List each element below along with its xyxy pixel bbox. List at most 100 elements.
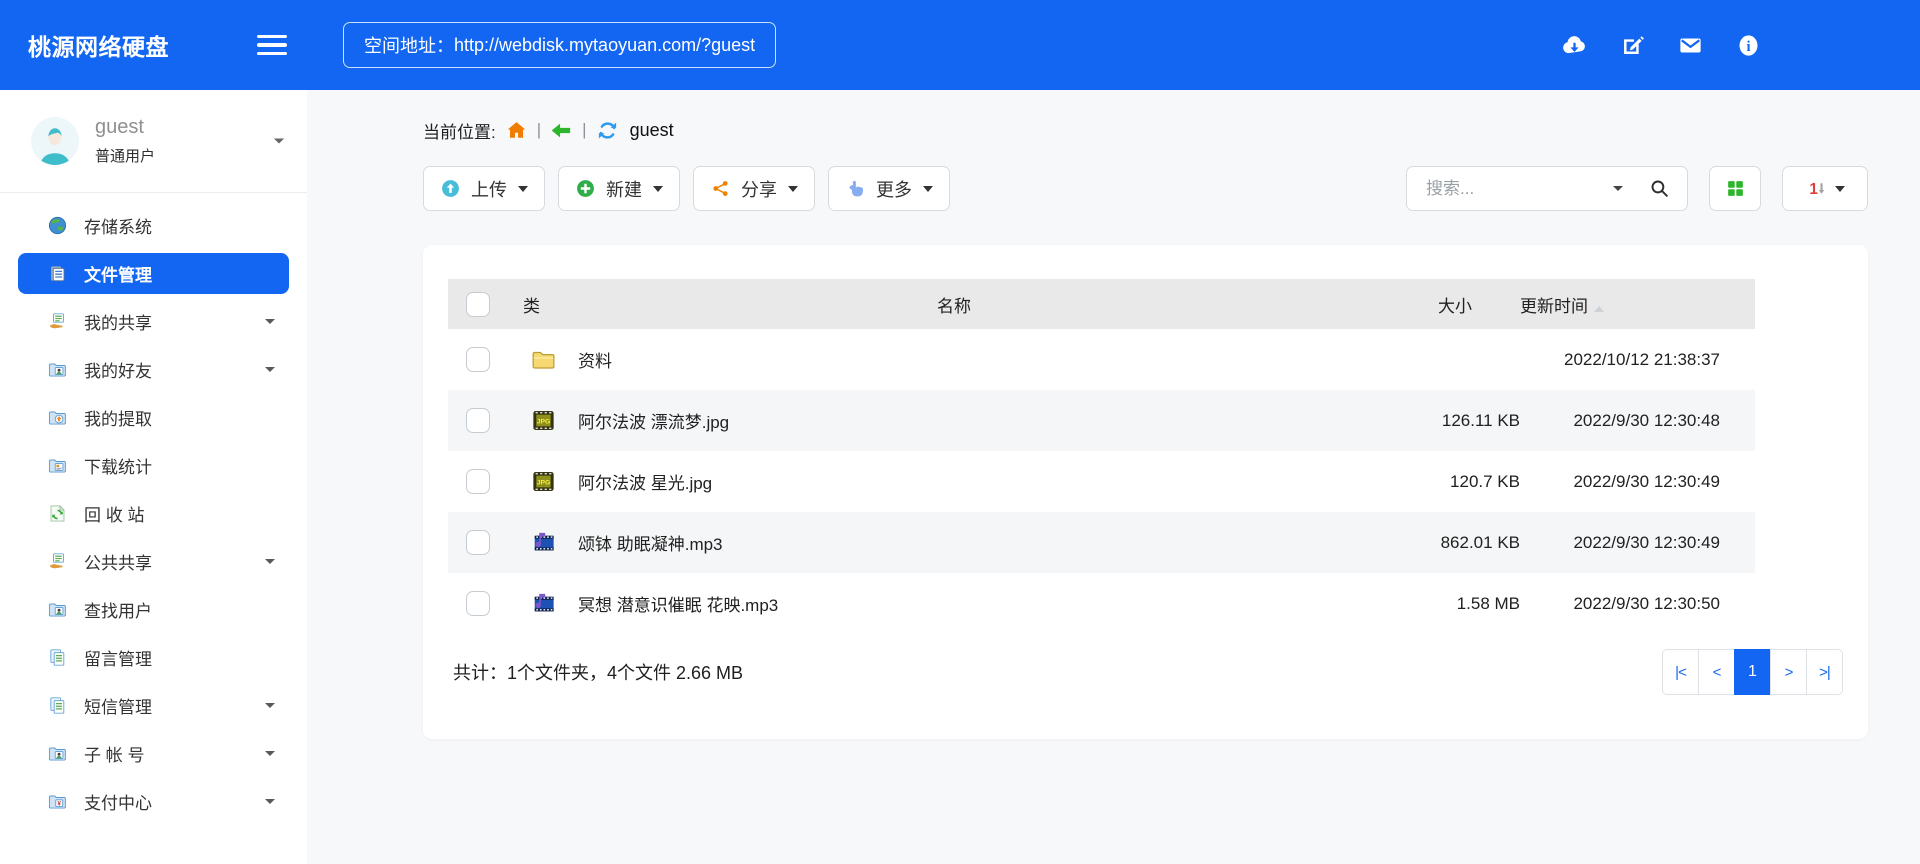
svg-text:i: i — [1746, 38, 1750, 54]
column-header-type[interactable]: 类 — [508, 292, 578, 317]
file-name[interactable]: 冥想 潜意识催眠 花映.mp3 — [578, 591, 1330, 616]
sidebar-item-payment-center[interactable]: ¥支付中心 — [18, 781, 289, 822]
row-checkbox[interactable] — [466, 347, 490, 372]
row-checkbox-cell — [448, 530, 508, 555]
pagination-prev[interactable]: < — [1698, 649, 1735, 695]
file-type-cell — [508, 529, 578, 556]
sidebar-item-message-manager[interactable]: 留言管理 — [18, 637, 289, 678]
sidebar-item-label: 支付中心 — [84, 789, 152, 814]
folder-user-icon — [47, 359, 68, 380]
search-icon[interactable] — [1649, 178, 1670, 199]
sidebar-item-public-shares[interactable]: 公共共享 — [18, 541, 289, 582]
file-list-card: 类名称大小更新时间 资料2022/10/12 21:38:37JPG阿尔法波 漂… — [423, 245, 1868, 739]
file-size: 126.11 KB — [1330, 411, 1520, 431]
column-header-label: 名称 — [937, 297, 971, 316]
share-button[interactable]: 分享 — [693, 166, 815, 211]
sidebar-item-recycle-bin[interactable]: 回 收 站 — [18, 493, 289, 534]
sidebar-item-sms-manager[interactable]: 短信管理 — [18, 685, 289, 726]
row-checkbox-cell — [448, 469, 508, 494]
sort-ascending-icon — [1594, 306, 1604, 312]
toolbar-button-group: 上传新建 分享 更多 — [423, 166, 950, 211]
sort-order-button[interactable]: 1 — [1782, 166, 1868, 211]
pagination-next[interactable]: > — [1770, 649, 1807, 695]
chevron-down-icon — [265, 799, 275, 804]
sidebar-item-my-friends[interactable]: 我的好友 — [18, 349, 289, 390]
user-texts: guest 普通用户 — [95, 116, 155, 166]
more-button[interactable]: 更多 — [828, 166, 950, 211]
main-content: 当前位置: | | guest 上传新建 分享 更多 1 — [307, 90, 1920, 864]
file-row[interactable]: 颂钵 助眠凝神.mp3862.01 KB2022/9/30 12:30:49 — [448, 512, 1755, 573]
user-name: guest — [95, 116, 155, 139]
mp3-file-icon — [530, 529, 557, 556]
pagination-last[interactable]: >| — [1806, 649, 1843, 695]
search-type-caret-icon[interactable] — [1613, 186, 1623, 191]
chevron-down-icon — [923, 186, 933, 192]
space-address-box[interactable]: 空间地址： http://webdisk.mytaoyuan.com/?gues… — [343, 22, 776, 68]
folder-user-icon — [47, 743, 68, 764]
sidebar-item-find-users[interactable]: 查找用户 — [18, 589, 289, 630]
breadcrumb-current-folder[interactable]: guest — [630, 120, 674, 141]
back-arrow-icon[interactable] — [550, 119, 573, 142]
row-checkbox[interactable] — [466, 530, 490, 555]
select-all-checkbox[interactable] — [466, 292, 490, 317]
chevron-down-icon — [265, 319, 275, 324]
upload-button[interactable]: 上传 — [423, 166, 545, 211]
info-icon[interactable]: i — [1735, 32, 1762, 59]
sidebar-item-storage-system[interactable]: 存储系统 — [18, 205, 289, 246]
file-row[interactable]: JPG阿尔法波 星光.jpg120.7 KB2022/9/30 12:30:49 — [448, 451, 1755, 512]
mail-icon[interactable] — [1677, 32, 1704, 59]
file-name[interactable]: 资料 — [578, 347, 1330, 372]
sidebar-item-my-extract[interactable]: 我的提取 — [18, 397, 289, 438]
row-checkbox[interactable] — [466, 469, 490, 494]
topbar-icon-group: i — [1561, 32, 1762, 59]
row-checkbox[interactable] — [466, 408, 490, 433]
file-row[interactable]: 资料2022/10/12 21:38:37 — [448, 329, 1755, 390]
file-type-cell — [508, 590, 578, 617]
chevron-down-icon — [788, 186, 798, 192]
user-dropdown-caret-icon[interactable] — [274, 138, 284, 143]
column-header-name[interactable]: 名称 — [578, 292, 1330, 317]
grid-view-button[interactable] — [1709, 166, 1761, 211]
file-row[interactable]: JPG阿尔法波 漂流梦.jpg126.11 KB2022/9/30 12:30:… — [448, 390, 1755, 451]
file-name[interactable]: 阿尔法波 星光.jpg — [578, 469, 1330, 494]
file-name[interactable]: 阿尔法波 漂流梦.jpg — [578, 408, 1330, 433]
pagination-first[interactable]: |< — [1662, 649, 1699, 695]
new-button[interactable]: 新建 — [558, 166, 680, 211]
sidebar-item-file-manager[interactable]: 文件管理 — [18, 253, 289, 294]
sidebar-item-label: 回 收 站 — [84, 501, 144, 526]
breadcrumb: 当前位置: | | guest — [423, 116, 1868, 144]
row-checkbox[interactable] — [466, 591, 490, 616]
jpg-file-icon: JPG — [530, 468, 557, 495]
home-icon[interactable] — [505, 119, 528, 142]
column-header-label: 大小 — [1438, 297, 1472, 316]
search-input[interactable] — [1424, 178, 1611, 200]
file-name[interactable]: 颂钵 助眠凝神.mp3 — [578, 530, 1330, 555]
chevron-down-icon — [265, 367, 275, 372]
hamburger-menu-button[interactable] — [257, 31, 287, 59]
button-label: 更多 — [876, 176, 912, 202]
file-size: 862.01 KB — [1330, 533, 1520, 553]
pagination-page-1[interactable]: 1 — [1734, 649, 1771, 695]
grid-view-icon — [1725, 178, 1746, 199]
cloud-download-icon[interactable] — [1561, 32, 1588, 59]
row-checkbox-cell — [448, 347, 508, 372]
upload-icon — [440, 178, 461, 199]
sidebar-item-download-stats[interactable]: 下载统计 — [18, 445, 289, 486]
button-label: 分享 — [741, 176, 777, 202]
column-header-updated[interactable]: 更新时间 — [1520, 292, 1755, 317]
card-footer: 共计：1个文件夹，4个文件 2.66 MB |<<1>>| — [448, 649, 1843, 695]
file-row[interactable]: 冥想 潜意识催眠 花映.mp31.58 MB2022/9/30 12:30:50 — [448, 573, 1755, 634]
file-updated: 2022/9/30 12:30:49 — [1520, 472, 1755, 492]
topbar-brand-section: 桃源网络硬盘 — [0, 0, 307, 90]
column-header-label: 更新时间 — [1520, 297, 1588, 316]
sidebar-item-sub-accounts[interactable]: 子 帐 号 — [18, 733, 289, 774]
column-header-size[interactable]: 大小 — [1330, 292, 1520, 317]
doc-green-icon — [47, 695, 68, 716]
sidebar-item-my-shares[interactable]: 我的共享 — [18, 301, 289, 342]
user-card[interactable]: guest 普通用户 — [0, 90, 307, 188]
file-type-cell — [508, 346, 578, 373]
chevron-down-icon — [653, 186, 663, 192]
refresh-icon[interactable] — [596, 119, 619, 142]
compose-icon[interactable] — [1619, 32, 1646, 59]
more-hand-icon — [845, 178, 866, 199]
